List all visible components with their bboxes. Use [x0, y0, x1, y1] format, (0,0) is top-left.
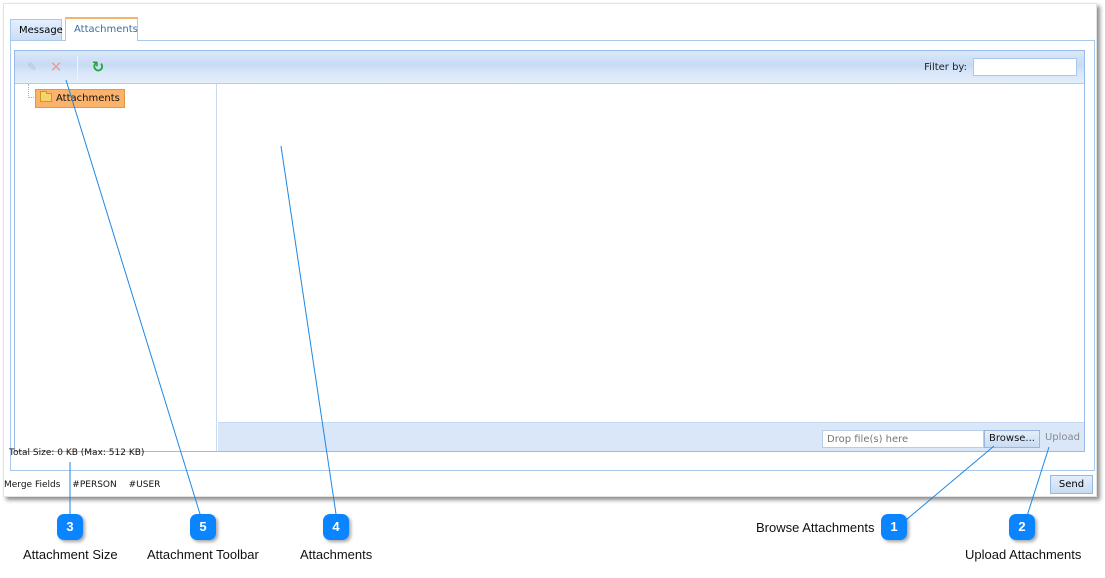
upload-bar: Browse... Upload [218, 422, 1084, 451]
total-size-text: Total Size: 0 KB (Max: 512 KB) [9, 448, 145, 458]
folder-tree: Attachments [15, 84, 217, 451]
callout-badge-3: 3 [57, 514, 83, 540]
attachment-toolbar: ✎ ✕ ↻ Filter by: [15, 51, 1084, 84]
callout-label-3: Attachment Size [23, 547, 118, 562]
delete-icon[interactable]: ✕ [48, 59, 64, 75]
drop-files-field[interactable] [822, 430, 984, 448]
callout-label-2: Upload Attachments [965, 547, 1082, 562]
attachments-list[interactable] [218, 84, 1084, 422]
attachments-tab-panel: ✎ ✕ ↻ Filter by: Attachments Browse... U… [10, 40, 1095, 471]
tab-attachments[interactable]: Attachments [65, 17, 138, 41]
callout-badge-1: 1 [881, 514, 907, 540]
callout-label-4: Attachments [300, 547, 373, 562]
merge-field-person[interactable]: #PERSON [72, 480, 116, 490]
filter-input[interactable] [973, 58, 1077, 76]
tree-node-attachments[interactable]: Attachments [35, 89, 125, 108]
attachment-manager: ✎ ✕ ↻ Filter by: Attachments Browse... U… [14, 50, 1085, 452]
merge-fields: Merge Fields #PERSON #USER [4, 480, 169, 490]
upload-button[interactable]: Upload [1045, 432, 1080, 443]
filter-label: Filter by: [924, 62, 967, 73]
refresh-icon[interactable]: ↻ [90, 59, 106, 75]
folder-icon [40, 91, 52, 102]
tree-node-label: Attachments [56, 93, 120, 104]
callout-badge-5: 5 [190, 514, 216, 540]
callout-label-5: Attachment Toolbar [147, 547, 259, 562]
tab-message[interactable]: Message [10, 19, 63, 41]
edit-icon[interactable]: ✎ [24, 59, 40, 75]
callout-label-1: Browse Attachments [756, 520, 875, 535]
browse-button[interactable]: Browse... [984, 430, 1040, 448]
merge-field-user[interactable]: #USER [129, 480, 161, 490]
callout-badge-4: 4 [323, 514, 349, 540]
callout-badge-2: 2 [1009, 514, 1035, 540]
compose-window: Message Attachments ✎ ✕ ↻ Filter by: Att… [3, 3, 1097, 497]
toolbar-separator [77, 55, 78, 80]
merge-fields-label: Merge Fields [4, 480, 61, 490]
send-button[interactable]: Send [1050, 475, 1093, 494]
